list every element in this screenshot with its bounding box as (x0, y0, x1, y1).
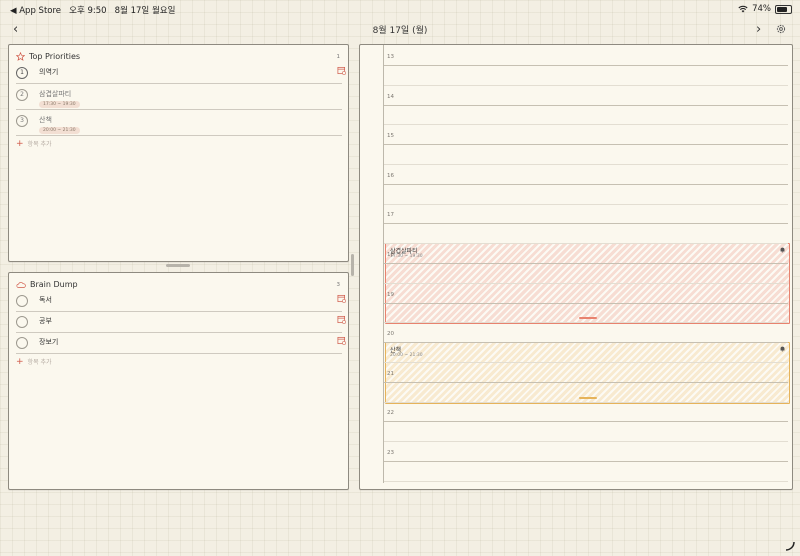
hour-label: 23 (387, 450, 394, 456)
bell-icon (780, 247, 785, 253)
calendar-add-icon[interactable] (337, 336, 346, 345)
hour-line (384, 342, 788, 344)
half-hour-line (384, 124, 788, 126)
hour-label: 15 (387, 133, 394, 140)
resize-handle[interactable] (166, 264, 190, 267)
time-badge: 20:00 ~ 21:30 (39, 127, 80, 134)
hour-label: 16 (387, 172, 394, 179)
status-bar: ◀ App Store 오후 9:50 8월 17일 월요일 74% (0, 0, 800, 18)
time-badge: 17:30 ~ 19:30 (39, 101, 80, 108)
hour-label: 20 (387, 331, 394, 338)
half-hour-line (384, 362, 788, 363)
bell-icon (780, 346, 785, 352)
hour-label: 22 (387, 410, 394, 417)
priority-number: 2 (16, 89, 28, 101)
checkbox[interactable] (16, 316, 28, 328)
top-priorities-card: Top Priorities 1 1 의역기 2 삼겹살파티 17:30 ~ 1… (8, 44, 349, 262)
checkbox[interactable] (16, 337, 28, 349)
calendar-add-icon[interactable] (337, 315, 346, 324)
hour-line (384, 381, 788, 383)
card-title: Top Priorities (29, 52, 81, 61)
resize-grip[interactable] (579, 396, 597, 399)
add-priority-button[interactable]: + 항목 추가 (16, 139, 52, 149)
half-hour-line (384, 441, 788, 443)
priority-number: 1 (16, 67, 28, 79)
half-hour-line (384, 164, 788, 165)
item-text: 독서 (39, 296, 52, 304)
hour-label: 13 (387, 54, 394, 60)
hour-line (384, 104, 788, 106)
battery-percent: 74% (752, 4, 771, 14)
event-block[interactable]: 산책 20:00 ~ 21:30 (385, 342, 790, 404)
hour-label: 17 (387, 212, 394, 219)
status-time: 오후 9:50 (69, 6, 107, 16)
plus-icon: + (16, 139, 24, 149)
item-text: 장보기 (39, 338, 59, 346)
back-to-app-link[interactable]: ◀ App Store (10, 6, 61, 16)
event-time: 20:00 ~ 21:30 (390, 353, 423, 359)
hour-label: 21 (387, 370, 394, 377)
calendar-add-icon[interactable] (337, 66, 346, 75)
status-date: 8월 17일 월요일 (114, 6, 176, 16)
hour-label: 14 (387, 93, 394, 100)
hour-line (384, 223, 788, 225)
brain-dump-header: Brain Dump (16, 280, 78, 289)
priority-text: 삼겹살파티 (39, 90, 72, 98)
priority-text: 산책 (39, 116, 52, 124)
half-hour-line (384, 243, 788, 245)
star-icon (16, 52, 25, 61)
hour-label: 18 (387, 252, 394, 258)
split-handle[interactable] (351, 254, 354, 276)
hour-line (384, 144, 788, 146)
hour-line (384, 263, 788, 264)
loading-indicator-icon (785, 541, 795, 551)
timeline-grid[interactable]: 삼겹살파티 17:30 ~ 19:30 산책 20:00 ~ 21:30 13 1… (383, 45, 790, 483)
hour-line (384, 461, 788, 462)
priority-number: 3 (16, 115, 28, 127)
date-header: ‹ 8월 17일 (월) › (0, 18, 800, 42)
hour-line (384, 183, 788, 185)
half-hour-line (384, 84, 788, 86)
hour-label: 19 (387, 291, 394, 298)
hour-line (384, 302, 788, 304)
plus-icon: + (16, 357, 24, 367)
hour-line (384, 65, 788, 66)
half-hour-line (384, 322, 788, 324)
item-count: 3 (336, 282, 341, 288)
half-hour-line (384, 282, 788, 284)
item-text: 공부 (39, 317, 52, 325)
half-hour-line (384, 203, 788, 205)
next-day-button[interactable]: › (756, 22, 761, 37)
page-title: 8월 17일 (월) (372, 26, 428, 36)
top-priorities-header: Top Priorities (16, 52, 80, 61)
priority-text: 의역기 (39, 68, 59, 76)
wifi-icon (738, 5, 748, 13)
cloud-icon (16, 281, 26, 288)
calendar-add-icon[interactable] (337, 294, 346, 303)
resize-grip[interactable] (579, 317, 597, 320)
timeline-card: 삼겹살파티 17:30 ~ 19:30 산책 20:00 ~ 21:30 13 1… (359, 44, 793, 490)
add-brain-dump-button[interactable]: + 항목 추가 (16, 357, 52, 367)
battery-icon (775, 4, 792, 14)
half-hour-line (384, 480, 788, 482)
item-count: 1 (336, 54, 341, 60)
half-hour-line (384, 401, 788, 403)
checkbox[interactable] (16, 295, 28, 307)
gear-icon[interactable] (776, 24, 786, 34)
card-title: Brain Dump (30, 280, 78, 289)
event-time: 17:30 ~ 19:30 (390, 254, 423, 260)
brain-dump-card: Brain Dump 3 독서 공부 장보기 + 항목 추가 (8, 272, 349, 490)
hour-line (384, 421, 788, 423)
